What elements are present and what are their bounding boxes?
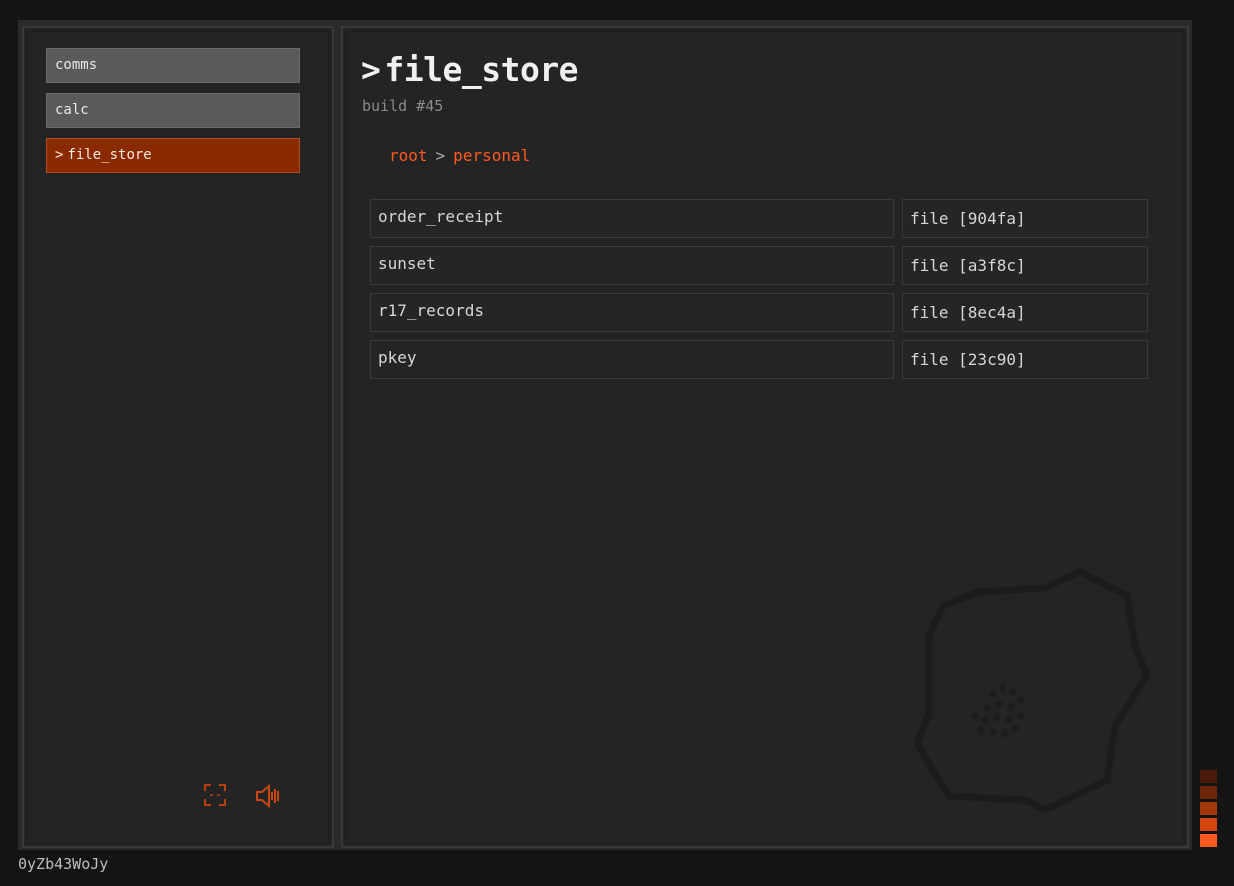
meter-segment [1200, 834, 1217, 847]
sidebar-item-calc[interactable]: calc [46, 93, 300, 128]
watermark-emblem-icon [915, 568, 1151, 814]
build-label: build #45 [362, 97, 444, 115]
sidebar-item-label: calc [55, 102, 89, 118]
file-list: order_receipt file [904fa] sunset file [… [370, 199, 1150, 387]
main-panel: > file_store build #45 root > personal orde… [341, 26, 1189, 848]
file-row: r17_records file [8ec4a] [370, 293, 1150, 340]
page-title: > file_store [361, 50, 579, 89]
breadcrumb: root > personal [389, 146, 530, 165]
sidebar-item-label: file_store [67, 147, 152, 163]
breadcrumb-personal[interactable]: personal [453, 146, 530, 165]
file-row: pkey file [23c90] [370, 340, 1150, 387]
title-text: file_store [384, 50, 579, 89]
level-meter [1200, 770, 1217, 850]
file-type[interactable]: file [8ec4a] [902, 293, 1148, 332]
file-name[interactable]: r17_records [370, 293, 894, 332]
meter-segment [1200, 818, 1217, 831]
active-caret: > [55, 147, 64, 163]
file-name[interactable]: pkey [370, 340, 894, 379]
meter-segment [1200, 770, 1217, 783]
fullscreen-icon[interactable] [202, 782, 230, 810]
file-type[interactable]: file [a3f8c] [902, 246, 1148, 285]
file-type[interactable]: file [904fa] [902, 199, 1148, 238]
sidebar-item-comms[interactable]: comms [46, 48, 300, 83]
breadcrumb-root[interactable]: root [389, 146, 428, 165]
file-row: order_receipt file [904fa] [370, 199, 1150, 246]
file-name[interactable]: sunset [370, 246, 894, 285]
meter-segment [1200, 786, 1217, 799]
session-id: 0yZb43WoJy [18, 855, 109, 873]
volume-icon[interactable] [254, 782, 282, 810]
file-row: sunset file [a3f8c] [370, 246, 1150, 293]
file-type[interactable]: file [23c90] [902, 340, 1148, 379]
meter-segment [1200, 802, 1217, 815]
title-caret: > [361, 50, 381, 89]
sidebar-item-label: comms [55, 57, 98, 73]
sidebar-item-file-store[interactable]: > file_store [46, 138, 300, 173]
file-name[interactable]: order_receipt [370, 199, 894, 238]
breadcrumb-separator: > [435, 146, 446, 165]
sidebar: comms calc > file_store [22, 26, 334, 848]
